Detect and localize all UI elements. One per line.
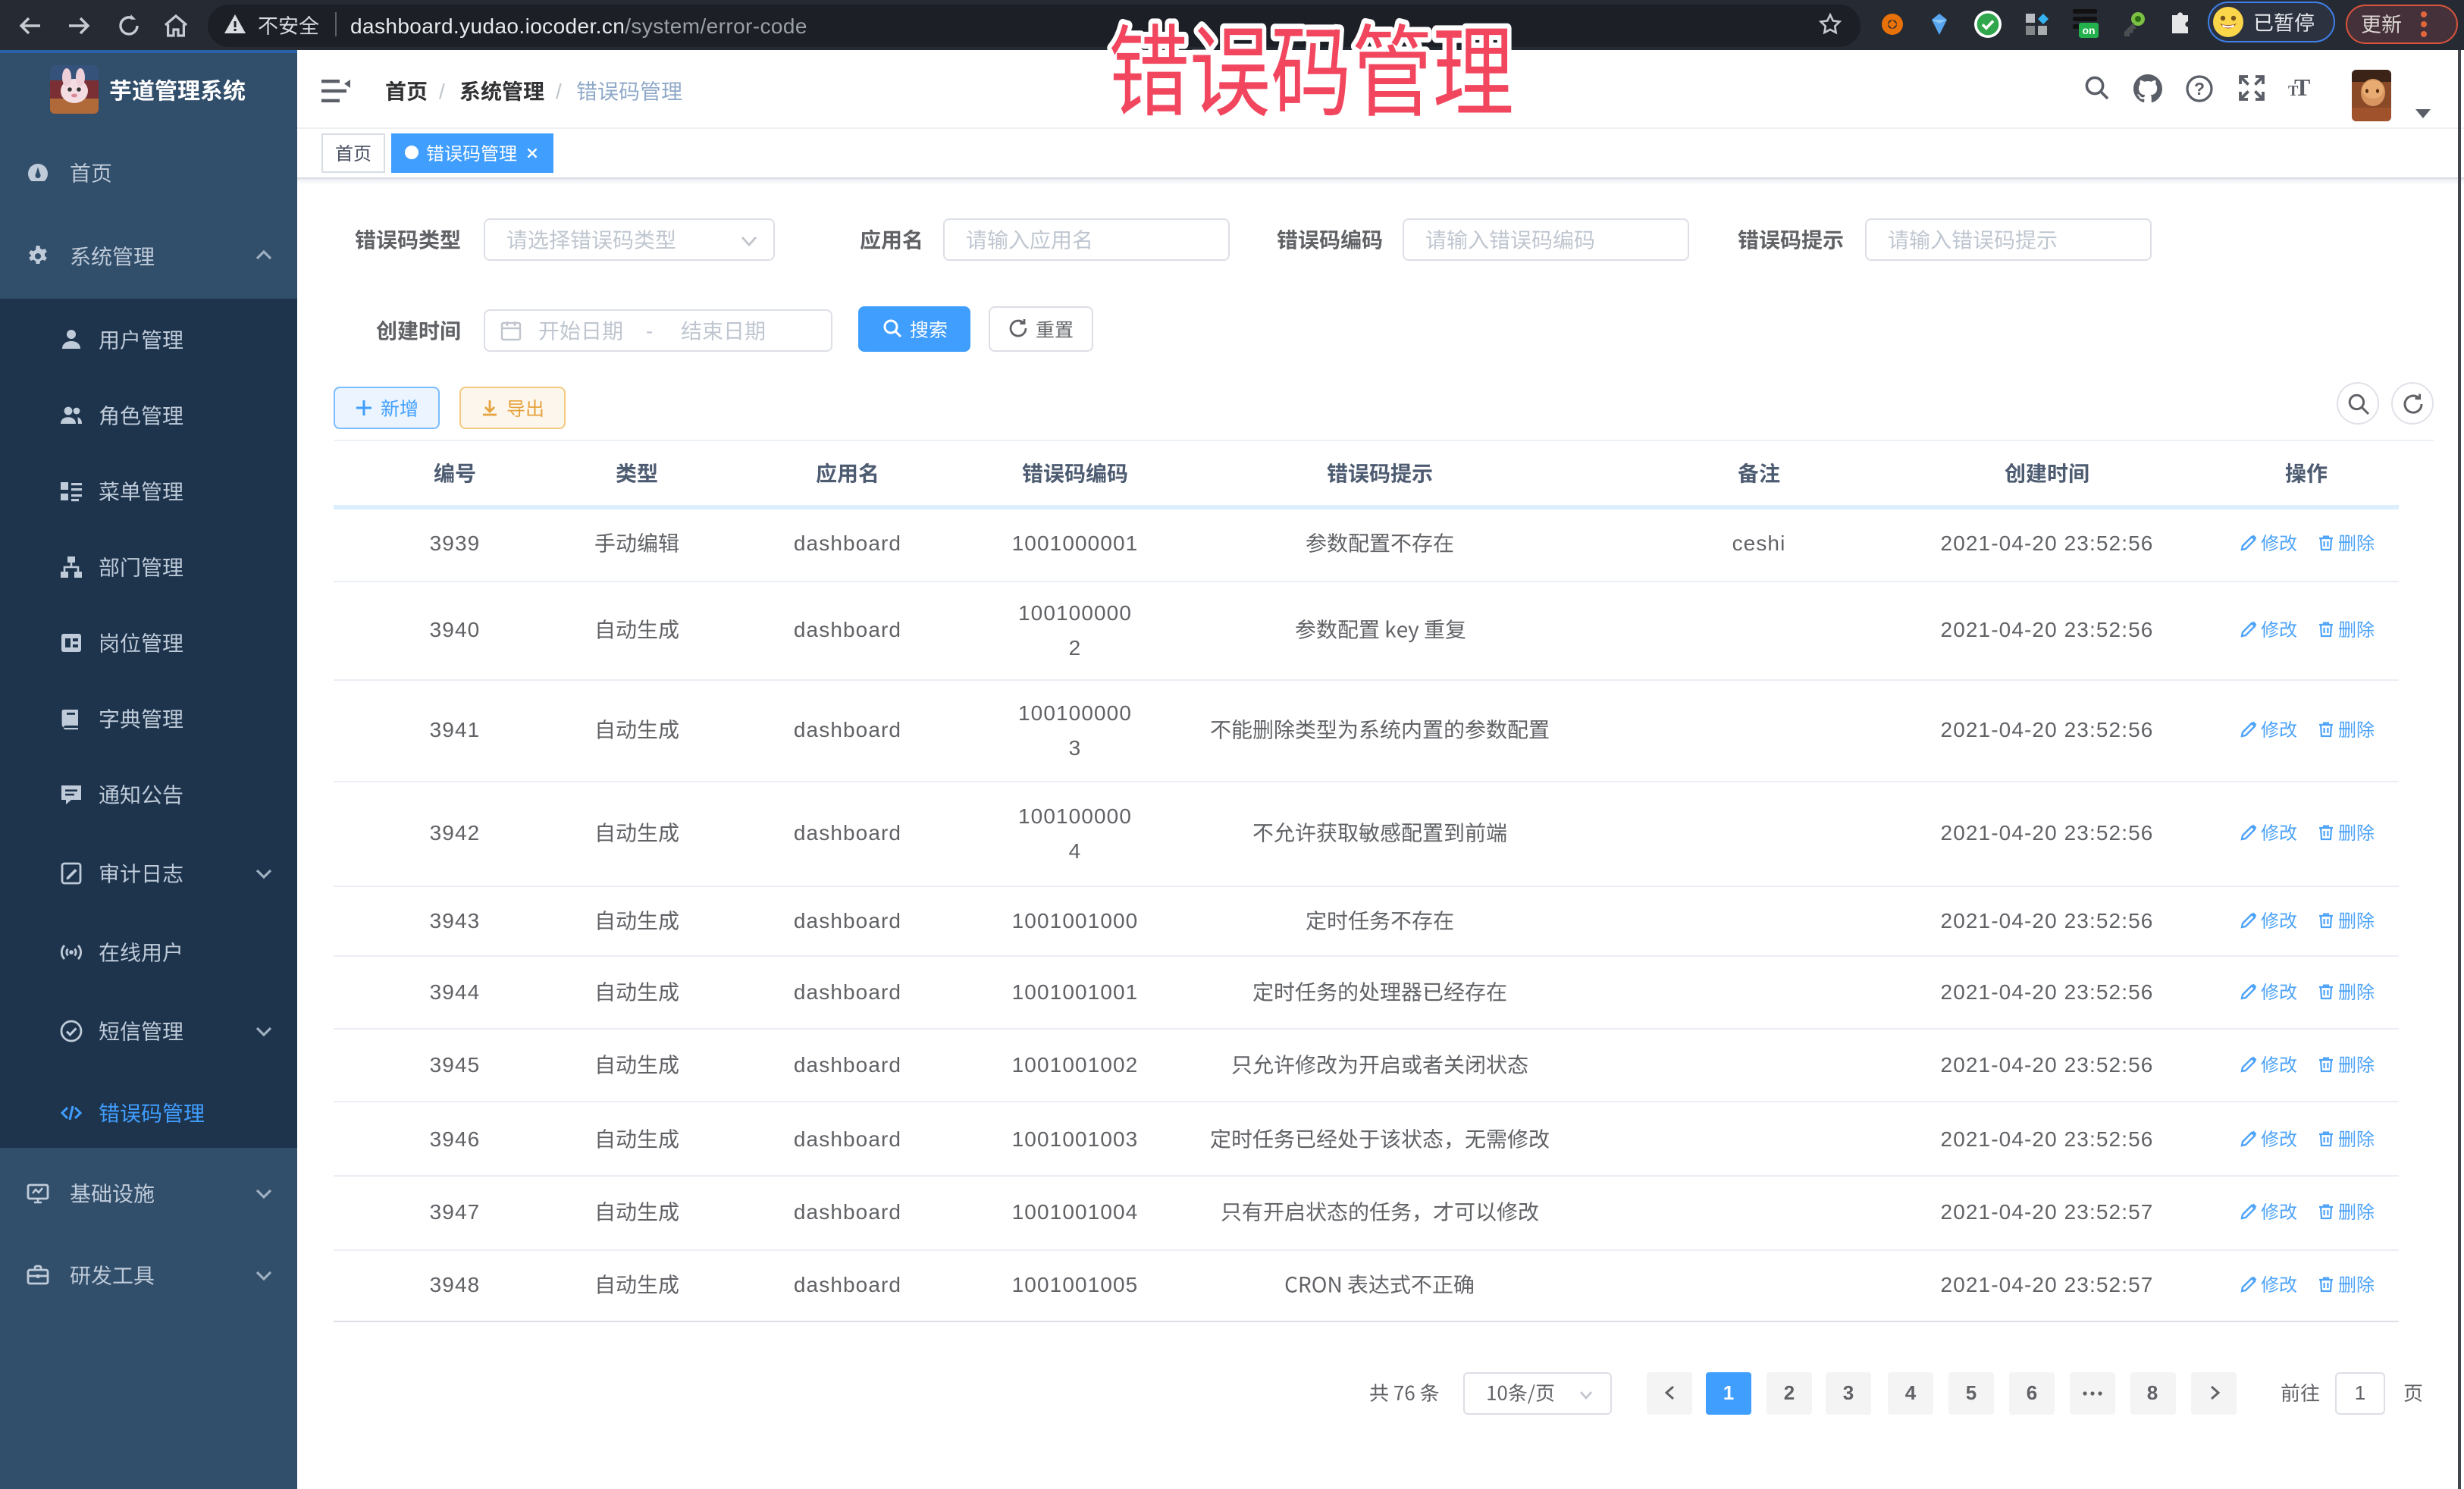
svg-text:?: ? [2194, 79, 2205, 99]
svg-text:T: T [2288, 83, 2299, 99]
svg-text:on: on [2082, 24, 2095, 36]
